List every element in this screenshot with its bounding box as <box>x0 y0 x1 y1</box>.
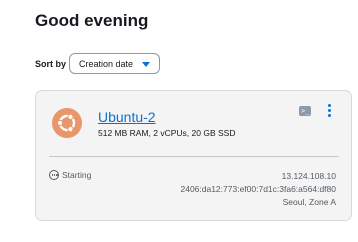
instance-network-info: 13.124.108.10 2406:da12:773:ef00:7d1c:3f… <box>180 170 336 209</box>
page-greeting: Good evening <box>35 11 149 30</box>
pending-status-icon <box>49 170 59 180</box>
sort-selected-value: Creation date <box>79 58 134 69</box>
instance-location: Seoul, Zone A <box>282 197 336 207</box>
terminal-icon[interactable]: >_ <box>299 106 311 116</box>
public-ipv4: 13.124.108.10 <box>281 171 336 181</box>
sort-dropdown[interactable]: Creation date <box>69 53 160 74</box>
caret-down-icon <box>142 62 150 67</box>
public-ipv6: 2406:da12:773:ef00:7d1c:3fa6:a564:df80 <box>180 184 336 194</box>
instance-name-link[interactable]: Ubuntu-2 <box>98 109 156 125</box>
instance-status: Starting <box>49 170 91 180</box>
instance-specs: 512 MB RAM, 2 vCPUs, 20 GB SSD <box>98 128 236 138</box>
instance-card: Ubuntu-2 512 MB RAM, 2 vCPUs, 20 GB SSD … <box>35 90 352 221</box>
sort-label: Sort by <box>35 59 67 69</box>
status-text: Starting <box>62 170 92 180</box>
kebab-menu-icon[interactable] <box>327 104 333 118</box>
ubuntu-logo-icon <box>52 108 82 138</box>
card-divider <box>49 156 339 157</box>
